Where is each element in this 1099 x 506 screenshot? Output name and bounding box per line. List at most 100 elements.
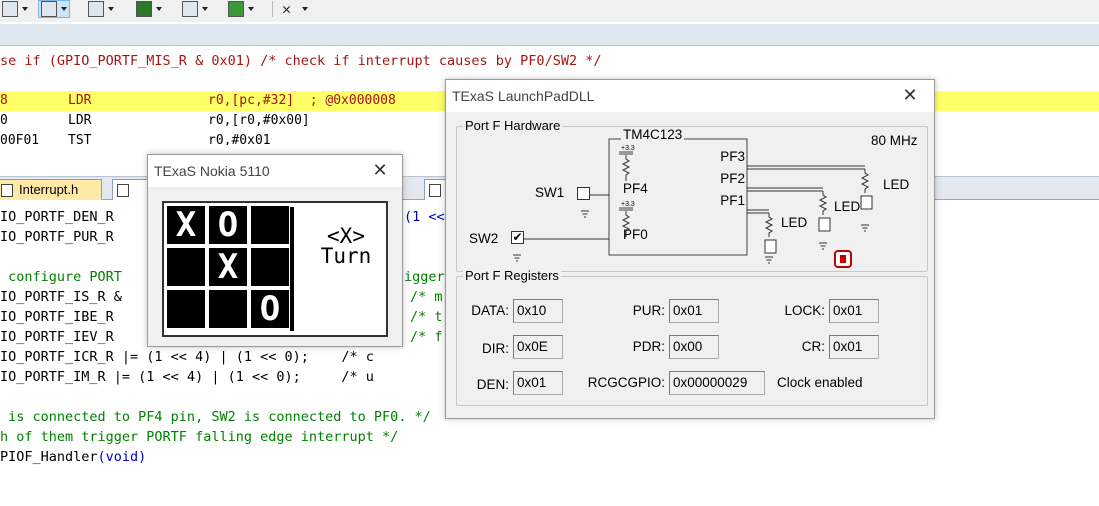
editor-header-band	[0, 24, 1099, 46]
nokia-dialog-title: TExaS Nokia 5110	[154, 163, 270, 179]
clock-label: 80 MHz	[871, 133, 918, 148]
file-icon	[429, 184, 441, 197]
disassembly-mnemonic: LDR	[68, 93, 92, 108]
sw1-checkbox[interactable]	[577, 187, 590, 200]
code-text: IO_PORTF_IM_R |= (1 << 4) | (1 << 0); /*…	[0, 369, 374, 385]
grid-icon	[41, 1, 57, 17]
dir-label: DIR:	[482, 341, 509, 356]
nokia-dialog: TExaS Nokia 5110 ✕ XOXO <X> Turn	[147, 154, 403, 347]
chevron-down-icon	[108, 7, 114, 11]
sw2-checkbox[interactable]: ✔	[511, 231, 524, 244]
chevron-down-icon	[248, 7, 254, 11]
nokia-lcd-screen: XOXO <X> Turn	[162, 201, 388, 337]
toolbar-button-7[interactable]: ✕	[282, 0, 308, 18]
toolbar-button-4[interactable]	[136, 0, 162, 18]
code-text: IO_PORTF_ICR_R |= (1 << 4) | (1 << 0); /…	[0, 349, 374, 365]
launchpad-body: Port F Hardware TM4C123 80 MHz +3.3 +3.3…	[446, 112, 934, 418]
board-cell: O	[251, 290, 289, 328]
vcc-label: +3.3	[621, 201, 635, 208]
den-value: 0x01	[513, 371, 563, 395]
code-text: IO_PORTF_IS_R &	[0, 289, 122, 305]
disassembly-address: 00F01	[0, 133, 40, 145]
code-text: IO_PORTF_PUR_R	[0, 229, 114, 245]
chevron-down-icon	[156, 7, 162, 11]
pf4-label: PF4	[623, 181, 648, 196]
window-icon	[2, 1, 18, 17]
disassembly-address: 8	[0, 93, 8, 108]
board-cell	[251, 206, 289, 244]
toolbar-button-6[interactable]	[228, 0, 254, 18]
tab-interrupt-h[interactable]: Interrupt.h	[0, 179, 102, 200]
toolbar-separator	[272, 1, 273, 17]
led-pf3-label: LED	[883, 177, 910, 192]
tools-icon: ✕	[282, 0, 292, 18]
code-line: IO_PORTF_IM_R |= (1 << 4) | (1 << 0); /*…	[0, 367, 374, 387]
dir-value: 0x0E	[513, 335, 563, 359]
code-fragment: /* f	[410, 329, 443, 345]
disassembly-operands: r0,[pc,#32] ; @0x000008	[208, 93, 396, 108]
port-f-hardware-group: Port F Hardware TM4C123 80 MHz +3.3 +3.3…	[456, 118, 928, 272]
code-text: IO_PORTF_DEN_R	[0, 209, 114, 225]
pf2-label: PF2	[720, 171, 745, 186]
code-comment-line: h of them trigger PORTF falling edge int…	[0, 429, 399, 445]
port-f-registers-group: Port F Registers DATA: 0x10 PUR: 0x01 LO…	[456, 268, 928, 406]
pdr-value: 0x00	[669, 335, 719, 359]
handler-args: (void)	[97, 449, 147, 465]
board-cell	[209, 290, 247, 328]
code-line: IO_PORTF_IBE_R	[0, 307, 114, 327]
toolbar-button-3[interactable]	[88, 0, 114, 18]
port-f-registers-label: Port F Registers	[463, 268, 561, 284]
board-cell	[167, 248, 205, 286]
code-line: configure PORT	[0, 267, 122, 287]
chevron-down-icon	[22, 7, 28, 11]
code-text: IO_PORTF_IEV_R	[0, 329, 114, 345]
rcgcgpio-label: RCGCGPIO:	[587, 375, 665, 390]
code-comment-line: is connected to PF4 pin, SW2 is connecte…	[0, 409, 431, 425]
code-fragment: /* t	[410, 309, 443, 325]
cr-label: CR:	[801, 339, 825, 354]
disassembly-operands: r0,[r0,#0x00]	[208, 113, 310, 128]
chevron-down-icon	[202, 7, 208, 11]
toolbar-button-1[interactable]	[2, 0, 28, 18]
handler-name: PIOF_Handler	[0, 449, 98, 465]
pur-label: PUR:	[632, 303, 665, 318]
chip-label: TM4C123	[621, 127, 685, 143]
code-line: IO_PORTF_DEN_R	[0, 207, 114, 227]
disassembly-operands: r0,#0x01	[208, 133, 271, 145]
analyzer-icon	[136, 1, 152, 17]
code-line: IO_PORTF_ICR_R |= (1 << 4) | (1 << 0); /…	[0, 347, 374, 367]
code-line: IO_PORTF_IEV_R	[0, 327, 114, 347]
chevron-down-icon	[302, 7, 308, 11]
launchpad-close-button[interactable]: ✕	[898, 86, 922, 106]
sw1-label: SW1	[535, 185, 565, 200]
lock-value: 0x01	[829, 299, 879, 323]
code-line: IO_PORTF_PUR_R	[0, 227, 114, 247]
rcgcgpio-value: 0x00000029	[669, 371, 765, 395]
board-cell: X	[167, 206, 205, 244]
tab-file-2[interactable]	[112, 179, 152, 200]
source-if-code: se if (GPIO_PORTF_MIS_R & 0x01)	[0, 53, 261, 69]
source-if-line: se if (GPIO_PORTF_MIS_R & 0x01) /* check…	[0, 51, 601, 71]
source-if-comment: /* check if interrupt causes by PF0/SW2 …	[260, 53, 602, 69]
code-fragment: (1 <<	[404, 209, 445, 225]
launchpad-dialog: TExaS LaunchPadDLL ✕ Port F Hardware TM4…	[445, 79, 935, 419]
tictactoe-board: XOXO	[167, 206, 293, 332]
cr-value: 0x01	[829, 335, 879, 359]
toolbar-button-5[interactable]	[182, 0, 208, 18]
lcd-divider	[290, 207, 294, 331]
board-cell: X	[209, 248, 247, 286]
trace-icon	[182, 1, 198, 17]
file-icon	[117, 184, 129, 197]
pur-value: 0x01	[669, 299, 719, 323]
sw2-label: SW2	[469, 231, 499, 246]
pdr-label: PDR:	[632, 339, 665, 354]
board-cell	[251, 248, 289, 286]
file-icon	[1, 184, 13, 197]
lock-label: LOCK:	[784, 303, 825, 318]
code-fragment: igger	[404, 269, 445, 285]
code-text: configure PORT	[0, 269, 122, 285]
memory-icon	[88, 1, 104, 17]
nokia-close-button[interactable]: ✕	[368, 161, 392, 181]
toolbar-button-2[interactable]	[38, 0, 70, 18]
reset-button[interactable]	[834, 250, 852, 268]
